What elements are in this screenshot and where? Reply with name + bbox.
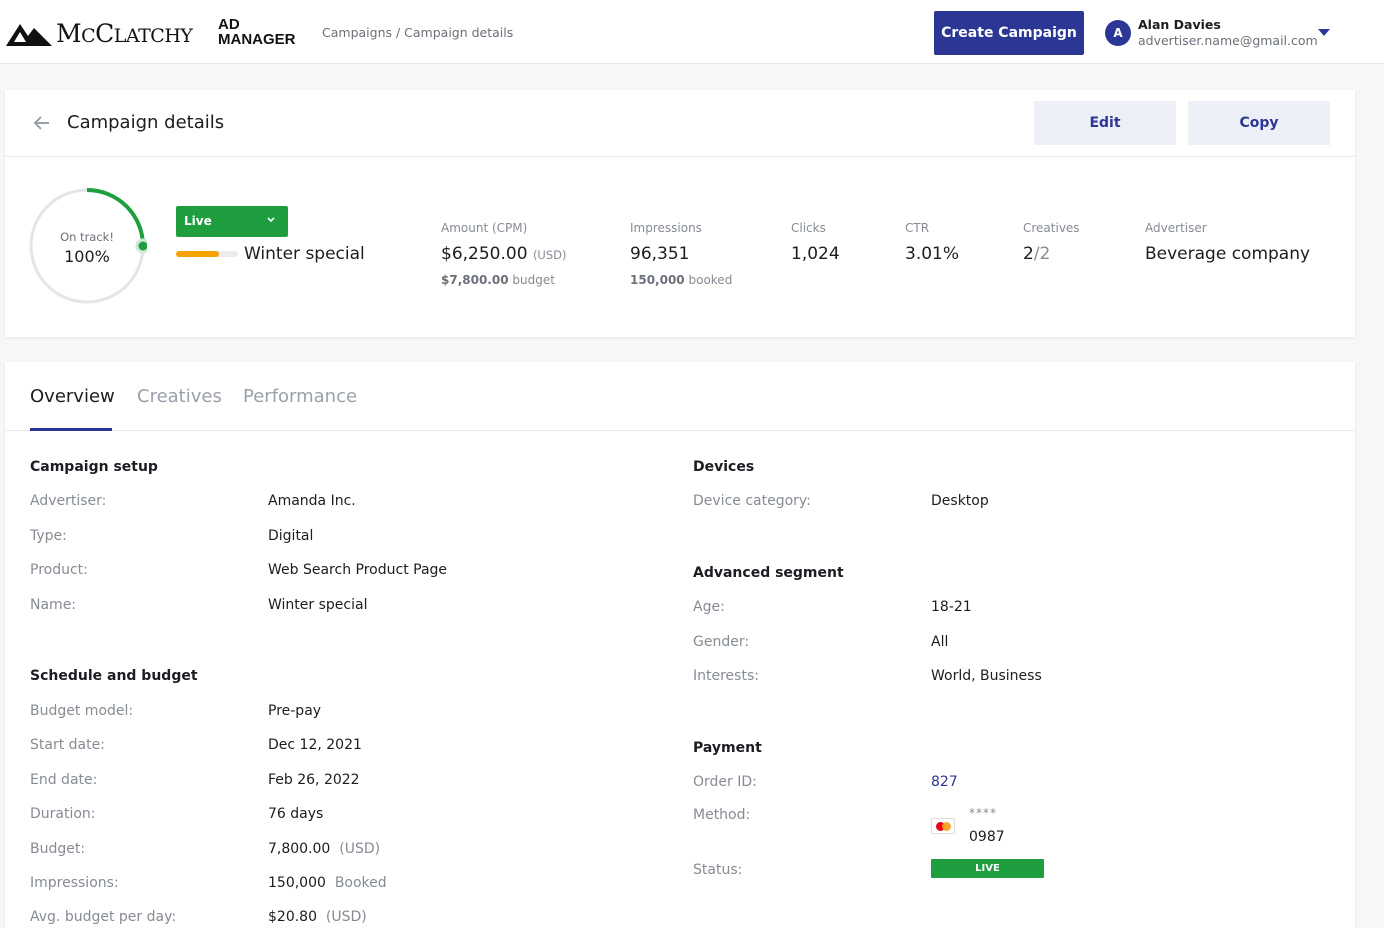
logo-subtitle: AD MANAGER (218, 16, 296, 48)
end-date-value: Feb 26, 2022 (268, 772, 360, 788)
card-mask: **** (969, 806, 997, 820)
status-badge: LIVE (931, 859, 1044, 878)
interests-label: Interests: (693, 668, 759, 684)
order-id-label: Order ID: (693, 774, 757, 790)
avg-budget-value: $20.80 (USD) (268, 909, 367, 925)
amount-budget: $7,800.00 budget (441, 273, 555, 287)
logo-text: MCCLATCHY (56, 18, 193, 48)
section-devices: Devices (693, 459, 755, 475)
advertiser-value: Beverage company (1145, 244, 1311, 264)
advertiser-field-label: Advertiser: (30, 493, 107, 509)
impressions-field-value: 150,000 Booked (268, 875, 387, 891)
name-value: Winter special (268, 597, 368, 613)
order-id-link[interactable]: 827 (931, 774, 958, 790)
edit-button[interactable]: Edit (1034, 101, 1176, 145)
device-category-value: Desktop (931, 493, 989, 509)
user-name: Alan Davies (1138, 17, 1221, 32)
end-date-label: End date: (30, 772, 98, 788)
card-header: Campaign details Edit Copy (5, 90, 1355, 157)
chevron-down-icon[interactable] (1318, 29, 1330, 36)
user-email: advertiser.name@gmail.com (1138, 33, 1318, 48)
payment-status-label: Status: (693, 862, 743, 878)
create-campaign-button[interactable]: Create Campaign (934, 11, 1084, 55)
impressions-booked: 150,000 booked (630, 273, 733, 287)
product-label: Product: (30, 562, 88, 578)
ring-label: On track! (60, 230, 114, 244)
section-schedule-budget: Schedule and budget (30, 668, 198, 684)
type-label: Type: (30, 528, 67, 544)
advertiser-field-value: Amanda Inc. (268, 493, 356, 509)
impressions-label: Impressions (630, 221, 702, 235)
section-payment: Payment (693, 740, 762, 756)
device-category-label: Device category: (693, 493, 811, 509)
impressions-field-label: Impressions: (30, 875, 119, 891)
budget-model-value: Pre-pay (268, 703, 322, 719)
section-campaign-setup: Campaign setup (30, 459, 158, 475)
gender-value: All (931, 634, 949, 650)
name-label: Name: (30, 597, 77, 613)
budget-label: Budget: (30, 841, 86, 857)
type-value: Digital (268, 528, 314, 544)
product-value: Web Search Product Page (268, 562, 448, 578)
start-date-value: Dec 12, 2021 (268, 737, 362, 753)
breadcrumb[interactable]: Campaigns / Campaign details (322, 25, 513, 40)
clicks-value: 1,024 (791, 244, 840, 264)
campaign-detail-tabs-card: Overview Creatives Performance Campaign … (5, 362, 1355, 928)
logo[interactable]: MCCLATCHY (6, 16, 193, 50)
clicks-label: Clicks (791, 221, 826, 235)
gender-label: Gender: (693, 634, 750, 650)
copy-button[interactable]: Copy (1188, 101, 1330, 145)
amount-value: $6,250.00 (USD) (441, 244, 567, 264)
top-bar: MCCLATCHY AD MANAGER Campaigns / Campaig… (0, 0, 1384, 64)
avatar[interactable]: A (1105, 20, 1131, 46)
budget-model-label: Budget model: (30, 703, 134, 719)
campaign-progress-fill (176, 251, 220, 257)
age-value: 18-21 (931, 599, 972, 615)
method-label: Method: (693, 807, 751, 823)
ctr-value: 3.01% (905, 244, 960, 264)
campaign-summary-card: Campaign details Edit Copy On track! 100… (5, 90, 1355, 337)
start-date-label: Start date: (30, 737, 105, 753)
avg-budget-label: Avg. budget per day: (30, 909, 177, 925)
page-title: Campaign details (67, 112, 225, 133)
tab-creatives[interactable]: Creatives (137, 386, 222, 407)
section-advanced-segment: Advanced segment (693, 565, 844, 581)
campaign-name: Winter special (244, 244, 365, 264)
creatives-label: Creatives (1023, 221, 1080, 235)
progress-ring (29, 188, 147, 304)
mastercard-icon (931, 818, 955, 834)
logo-mountain-icon (6, 24, 52, 46)
ctr-label: CTR (905, 221, 930, 235)
impressions-value: 96,351 (630, 244, 690, 264)
campaign-progress-bar (176, 251, 238, 257)
tab-bar: Overview Creatives Performance (5, 362, 1355, 431)
duration-value: 76 days (268, 806, 324, 822)
status-dropdown[interactable]: Live (176, 206, 288, 237)
interests-value: World, Business (931, 668, 1042, 684)
ring-value: 100% (64, 247, 110, 266)
tab-overview[interactable]: Overview (30, 386, 115, 407)
advertiser-label: Advertiser (1145, 221, 1207, 235)
active-tab-indicator (30, 428, 112, 431)
chevron-down-icon (267, 217, 275, 223)
age-label: Age: (693, 599, 725, 615)
tab-performance[interactable]: Performance (243, 386, 357, 407)
back-arrow-icon[interactable] (31, 112, 53, 134)
amount-label: Amount (CPM) (441, 221, 528, 235)
duration-label: Duration: (30, 806, 96, 822)
creatives-value: 2/2 (1023, 244, 1051, 264)
budget-value: 7,800.00 (USD) (268, 841, 381, 857)
card-last4: 0987 (969, 829, 1005, 845)
